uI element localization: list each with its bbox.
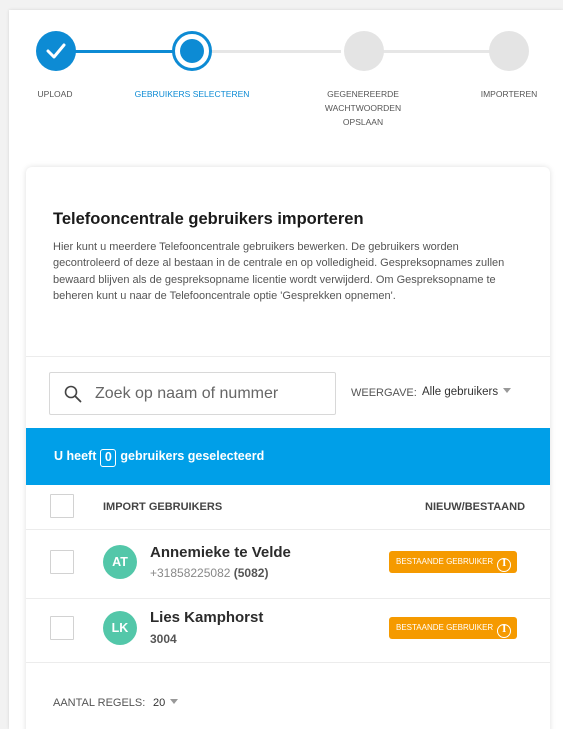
divider (26, 356, 550, 357)
status-badge[interactable]: BESTAANDE GEBRUIKER i (389, 617, 518, 639)
step-save-passwords-circle (344, 31, 384, 71)
caret-down-icon (503, 388, 512, 393)
column-header-status: NIEUW/BESTAAND (425, 501, 526, 513)
info-icon[interactable]: i (497, 624, 512, 638)
column-header-import: IMPORT GEBRUIKERS (103, 501, 223, 513)
step-select-users-circle[interactable] (172, 31, 212, 71)
step-label-import: IMPORTEREN (480, 89, 538, 99)
caret-down-icon (170, 699, 179, 704)
selection-suffix: gebruikers geselecteerd (120, 449, 265, 463)
rows-per-page-dropdown[interactable]: 20 (153, 697, 179, 709)
card-description: Hier kunt u meerdere Telefooncentrale ge… (53, 241, 505, 303)
view-label: WEERGAVE: (351, 387, 417, 399)
search-icon (64, 385, 82, 403)
status-badge[interactable]: BESTAANDE GEBRUIKER i (389, 551, 518, 573)
step-import-circle (489, 31, 529, 71)
view-dropdown[interactable]: Alle gebruikers (422, 386, 512, 398)
divider (26, 529, 550, 530)
row-checkbox[interactable] (50, 616, 74, 640)
check-icon (46, 43, 66, 59)
card-title: Telefooncentrale gebruikers importeren (53, 210, 364, 228)
step-label-save-passwords: GEGENEREERDE WACHTWOORDEN OPSLAAN (324, 89, 402, 127)
row-checkbox[interactable] (50, 550, 74, 574)
selection-bar: U heeft 0 gebruikers geselecteerd (26, 428, 550, 485)
search-box[interactable] (49, 372, 336, 415)
avatar: LK (103, 611, 137, 645)
divider (26, 598, 550, 599)
step-label-upload: UPLOAD (37, 89, 73, 99)
import-wizard: UPLOAD GEBRUIKERS SELECTEREN GEGENEREERD… (9, 10, 563, 729)
step-connector-2 (199, 50, 341, 53)
step-upload-circle[interactable] (36, 31, 76, 71)
view-dropdown-value: Alle gebruikers (422, 386, 499, 398)
wizard-stepper: UPLOAD GEBRUIKERS SELECTEREN GEGENEREERD… (9, 10, 563, 150)
avatar: AT (103, 545, 137, 579)
selection-text: U heeft 0 gebruikers geselecteerd (54, 449, 264, 467)
rows-per-page-label: AANTAL REGELS: (53, 697, 146, 709)
user-name: Lies Kamphorst (150, 609, 264, 626)
user-name: Annemieke te Velde (150, 544, 291, 561)
selection-count: 0 (100, 449, 117, 467)
step-label-select-users: GEBRUIKERS SELECTEREN (134, 89, 250, 99)
divider (26, 662, 550, 663)
user-number: +31858225082 (5082) (150, 566, 269, 580)
selection-prefix: U heeft (54, 449, 97, 463)
info-icon[interactable]: i (497, 558, 512, 572)
search-input[interactable] (95, 382, 325, 406)
import-users-card: Telefooncentrale gebruikers importeren H… (26, 167, 550, 729)
select-all-checkbox[interactable] (50, 494, 74, 518)
rows-per-page-value: 20 (153, 697, 166, 709)
user-number: 3004 (150, 632, 177, 646)
